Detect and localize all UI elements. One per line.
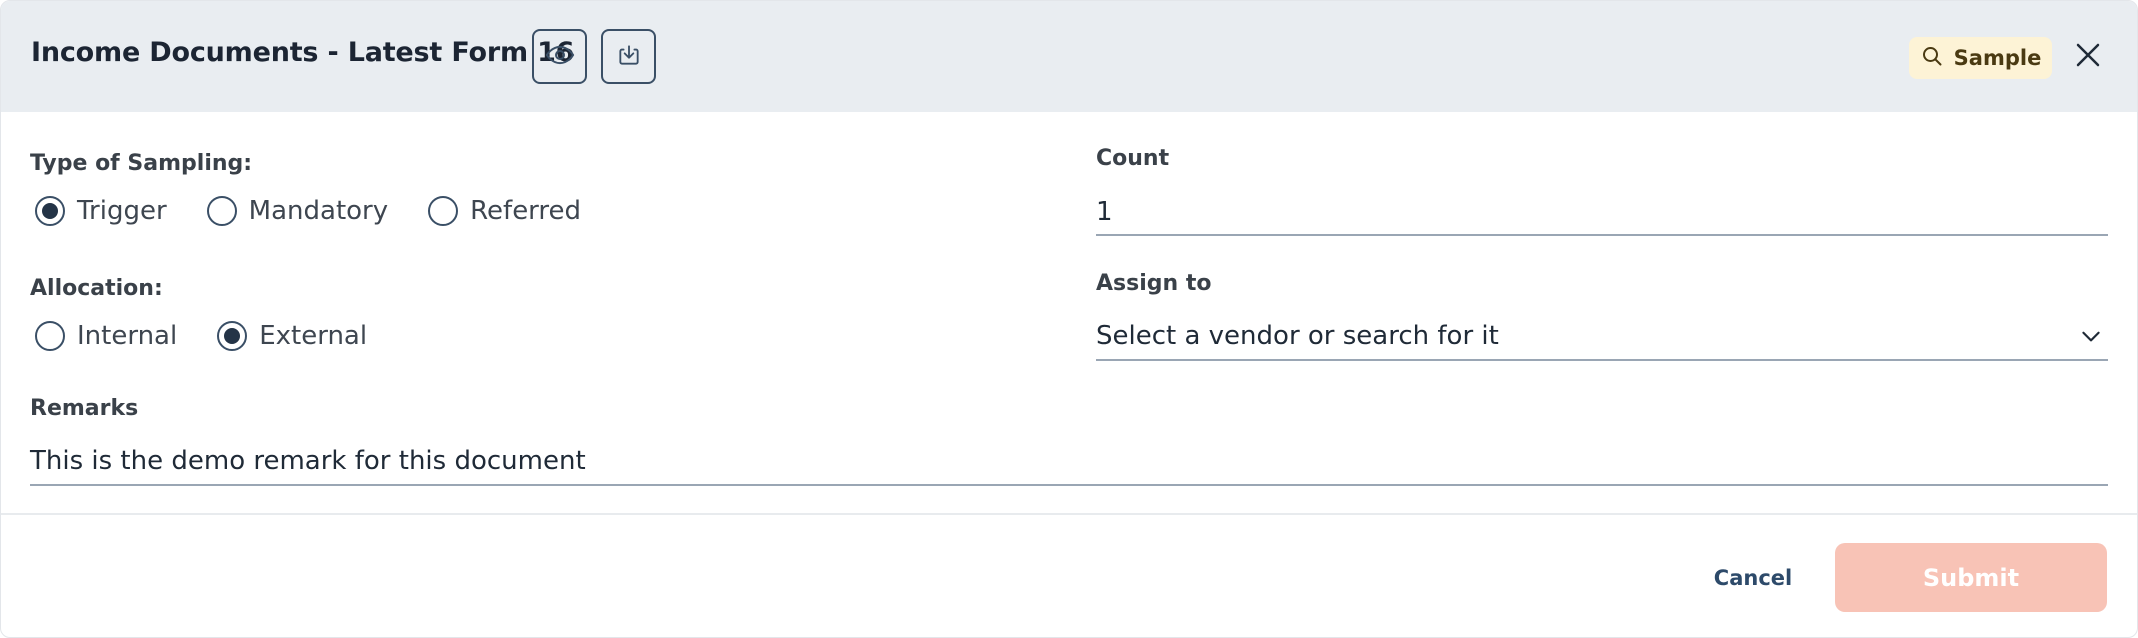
radio-button[interactable]: [206, 196, 237, 226]
radio-label: External: [259, 321, 368, 351]
radio-internal[interactable]: Internal: [35, 321, 177, 351]
sampling-modal: Income Documents - Latest Form 16 Sample…: [0, 0, 2138, 638]
radio-trigger[interactable]: Trigger: [35, 196, 167, 226]
modal-title: Income Documents - Latest Form 16: [31, 37, 575, 68]
sampling-type-label: Type of Sampling:: [30, 151, 253, 176]
radio-button[interactable]: [35, 196, 65, 226]
radio-label: Internal: [77, 321, 178, 351]
vendor-select-placeholder: Select a vendor or search for it: [1096, 321, 1499, 351]
radio-button[interactable]: [35, 321, 65, 351]
assign-to-label: Assign to: [1096, 271, 1212, 296]
modal-header: Income Documents - Latest Form 16 Sample: [1, 1, 2137, 112]
radio-mandatory[interactable]: Mandatory: [206, 196, 389, 226]
chevron-down-icon[interactable]: [2078, 323, 2104, 349]
submit-button[interactable]: Submit: [1835, 543, 2107, 612]
radio-external[interactable]: External: [217, 321, 367, 351]
eye-icon: [545, 40, 575, 74]
download-icon: [616, 42, 642, 72]
radio-button[interactable]: [217, 321, 248, 351]
allocation-radio-group: Internal External: [35, 321, 407, 351]
close-icon: [2073, 40, 2103, 74]
count-label: Count: [1096, 146, 1170, 171]
radio-label: Trigger: [77, 196, 167, 226]
count-value: 1: [1096, 196, 1113, 227]
radio-label: Referred: [470, 196, 582, 226]
radio-label: Mandatory: [248, 196, 389, 226]
footer-divider: [1, 513, 2137, 515]
vendor-select[interactable]: Select a vendor or search for it: [1096, 313, 2108, 361]
sample-badge-label: Sample: [1953, 46, 2042, 70]
search-icon: [1920, 44, 1944, 73]
radio-button[interactable]: [428, 196, 459, 226]
count-input[interactable]: 1: [1096, 189, 2108, 236]
remarks-input[interactable]: This is the demo remark for this documen…: [30, 438, 2108, 486]
close-button[interactable]: [2069, 38, 2107, 76]
sample-badge[interactable]: Sample: [1909, 37, 2052, 79]
radio-referred[interactable]: Referred: [428, 196, 581, 226]
allocation-label: Allocation:: [30, 276, 163, 301]
download-document-button[interactable]: [601, 29, 656, 84]
sampling-type-radio-group: Trigger Mandatory Referred: [35, 196, 621, 226]
remarks-value: This is the demo remark for this documen…: [30, 446, 586, 476]
remarks-label: Remarks: [30, 396, 139, 421]
cancel-button[interactable]: Cancel: [1701, 561, 1805, 595]
view-document-button[interactable]: [532, 29, 587, 84]
